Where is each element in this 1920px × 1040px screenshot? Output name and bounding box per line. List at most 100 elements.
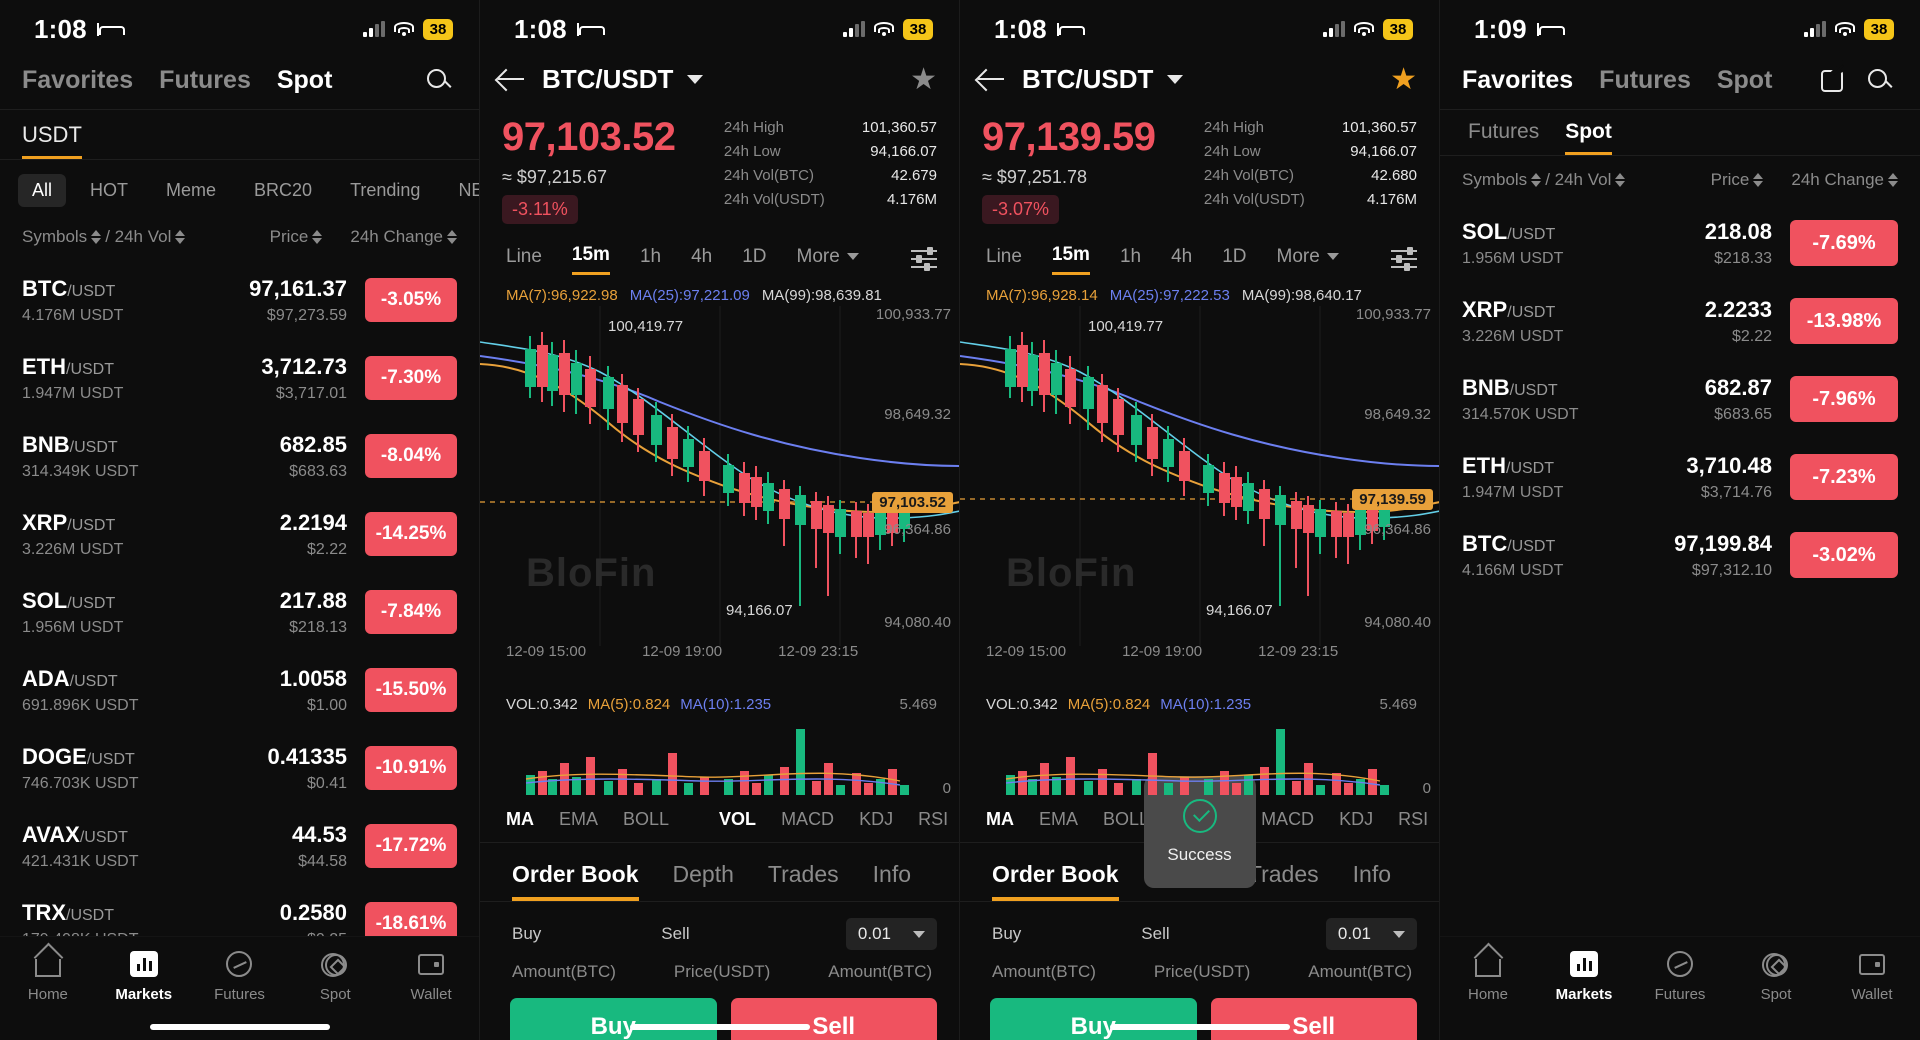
sell-button[interactable]: Sell (730, 998, 937, 1040)
nav-futures[interactable]: Futures (192, 949, 288, 1003)
sort-icon[interactable] (1531, 173, 1542, 187)
search-icon[interactable] (425, 67, 453, 95)
indicator-ema[interactable]: EMA (559, 809, 598, 830)
tab-order-book[interactable]: Order Book (992, 861, 1119, 901)
sell-button[interactable]: Sell (1210, 998, 1417, 1040)
table-row[interactable]: ETH/USDT 1.947M USDT 3,710.48 $3,714.76 … (1440, 438, 1920, 516)
search-icon[interactable] (1866, 67, 1894, 95)
tf-15m[interactable]: 15m (571, 244, 610, 275)
tab-favorites[interactable]: Favorites (1462, 66, 1573, 95)
favorite-star-icon[interactable]: ★ (910, 64, 937, 95)
pair-title[interactable]: BTC/USDT (542, 64, 673, 95)
nav-markets[interactable]: Markets (1536, 949, 1632, 1003)
sort-icon[interactable] (1888, 173, 1898, 187)
buy-button[interactable]: Buy (510, 998, 717, 1040)
col-change[interactable]: 24h Change (350, 227, 443, 247)
indicator-rsi[interactable]: RSI (918, 809, 948, 830)
tab-spot[interactable]: Spot (1717, 66, 1773, 95)
indicator-boll[interactable]: BOLL (1103, 809, 1149, 830)
table-row[interactable]: SOL/USDT 1.956M USDT 218.08 $218.33 -7.6… (1440, 204, 1920, 282)
nav-markets[interactable]: Markets (96, 949, 192, 1003)
category-brc20[interactable]: BRC20 (240, 174, 326, 207)
tf-line[interactable]: Line (506, 246, 542, 274)
table-row[interactable]: ETH/USDT 1.947M USDT 3,712.73 $3,717.01 … (0, 339, 479, 417)
col-symbols[interactable]: Symbols (22, 227, 87, 247)
tf-1d[interactable]: 1D (742, 246, 766, 274)
chart-settings-icon[interactable] (911, 245, 937, 272)
tf-more[interactable]: More (1277, 246, 1339, 274)
table-row[interactable]: XRP/USDT 3.226M USDT 2.2194 $2.22 -14.25… (0, 495, 479, 573)
category-meme[interactable]: Meme (152, 174, 230, 207)
tab-spot[interactable]: Spot (277, 66, 333, 95)
tab-futures[interactable]: Futures (1599, 66, 1691, 95)
pair-title[interactable]: BTC/USDT (1022, 64, 1153, 95)
chart-settings-icon[interactable] (1391, 245, 1417, 272)
nav-wallet[interactable]: Wallet (1824, 949, 1920, 1003)
tick-size-select[interactable]: 0.01 (845, 918, 937, 950)
tf-1d[interactable]: 1D (1222, 246, 1246, 274)
table-row[interactable]: BNB/USDT 314.349K USDT 682.85 $683.63 -8… (0, 417, 479, 495)
chevron-down-icon[interactable] (1167, 75, 1184, 84)
col-price[interactable]: Price (1711, 170, 1750, 190)
tab-trades[interactable]: Trades (1248, 861, 1319, 901)
indicator-ema[interactable]: EMA (1039, 809, 1078, 830)
tf-more[interactable]: More (797, 246, 859, 274)
nav-home[interactable]: Home (0, 949, 96, 1003)
col-symbols[interactable]: Symbols (1462, 170, 1527, 190)
tf-15m[interactable]: 15m (1051, 244, 1090, 275)
favorite-star-icon[interactable]: ★ (1390, 64, 1417, 95)
back-arrow-icon[interactable] (498, 67, 528, 93)
indicator-kdj[interactable]: KDJ (1339, 809, 1373, 830)
indicator-ma[interactable]: MA (506, 809, 534, 830)
candlestick-chart[interactable]: 100,419.77 94,166.07 100,933.77 98,649.3… (480, 306, 959, 688)
subtab-spot[interactable]: Spot (1565, 120, 1612, 155)
tick-size-select[interactable]: 0.01 (1325, 918, 1417, 950)
category-hot[interactable]: HOT (76, 174, 142, 207)
quote-tab-usdt[interactable]: USDT (22, 122, 82, 159)
category-new[interactable]: NEW (444, 174, 479, 207)
indicator-vol[interactable]: VOL (719, 809, 756, 830)
indicator-kdj[interactable]: KDJ (859, 809, 893, 830)
table-row[interactable]: DOGE/USDT 746.703K USDT 0.41335 $0.41 -1… (0, 729, 479, 807)
tab-depth[interactable]: Depth (673, 861, 734, 901)
category-all[interactable]: All (18, 174, 67, 207)
nav-wallet[interactable]: Wallet (383, 949, 479, 1003)
tab-order-book[interactable]: Order Book (512, 861, 639, 901)
sort-icon[interactable] (1753, 173, 1764, 187)
table-row[interactable]: AVAX/USDT 421.431K USDT 44.53 $44.58 -17… (0, 807, 479, 885)
col-vol[interactable]: / 24h Vol (1545, 170, 1611, 190)
tab-trades[interactable]: Trades (768, 861, 839, 901)
nav-home[interactable]: Home (1440, 949, 1536, 1003)
table-row[interactable]: BNB/USDT 314.570K USDT 682.87 $683.65 -7… (1440, 360, 1920, 438)
table-row[interactable]: BTC/USDT 4.176M USDT 97,161.37 $97,273.5… (0, 261, 479, 339)
indicator-macd[interactable]: MACD (1261, 809, 1314, 830)
tab-favorites[interactable]: Favorites (22, 66, 133, 95)
nav-spot[interactable]: Spot (1728, 949, 1824, 1003)
sort-icon[interactable] (175, 230, 186, 244)
table-row[interactable]: ADA/USDT 691.896K USDT 1.0058 $1.00 -15.… (0, 651, 479, 729)
chevron-down-icon[interactable] (687, 75, 704, 84)
tab-futures[interactable]: Futures (159, 66, 251, 95)
nav-futures[interactable]: Futures (1632, 949, 1728, 1003)
indicator-rsi[interactable]: RSI (1398, 809, 1428, 830)
indicator-ma[interactable]: MA (986, 809, 1014, 830)
table-row[interactable]: BTC/USDT 4.166M USDT 97,199.84 $97,312.1… (1440, 516, 1920, 594)
tf-1h[interactable]: 1h (1120, 246, 1141, 274)
nav-spot[interactable]: Spot (287, 949, 383, 1003)
sort-icon[interactable] (447, 230, 457, 244)
tf-1h[interactable]: 1h (640, 246, 661, 274)
back-arrow-icon[interactable] (978, 67, 1008, 93)
col-price[interactable]: Price (270, 227, 309, 247)
tf-line[interactable]: Line (986, 246, 1022, 274)
table-row[interactable]: SOL/USDT 1.956M USDT 217.88 $218.13 -7.8… (0, 573, 479, 651)
table-row[interactable]: XRP/USDT 3.226M USDT 2.2233 $2.22 -13.98… (1440, 282, 1920, 360)
col-vol[interactable]: / 24h Vol (105, 227, 171, 247)
tf-4h[interactable]: 4h (1171, 246, 1192, 274)
tab-info[interactable]: Info (873, 861, 911, 901)
tab-info[interactable]: Info (1353, 861, 1391, 901)
category-trending[interactable]: Trending (336, 174, 434, 207)
indicator-boll[interactable]: BOLL (623, 809, 669, 830)
indicator-macd[interactable]: MACD (781, 809, 834, 830)
buy-button[interactable]: Buy (990, 998, 1197, 1040)
col-change[interactable]: 24h Change (1791, 170, 1884, 190)
